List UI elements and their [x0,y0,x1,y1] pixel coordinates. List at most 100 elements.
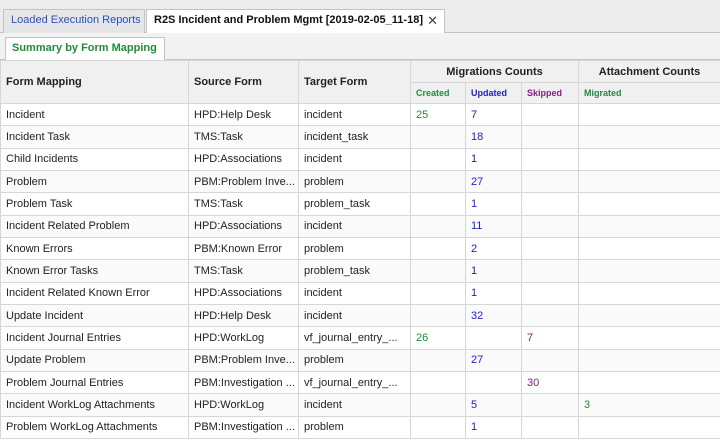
table-row[interactable]: Update Incident HPD:Help Desk incident 32 [0,304,720,328]
cell-created [410,371,466,395]
cell-created [410,348,466,373]
cell-target-form: incident_task [298,125,411,149]
cell-skipped [520,125,580,149]
cell-form-mapping: Update Problem [0,348,189,373]
cell-created [410,237,466,261]
cell-source-form: HPD:Associations [188,281,299,306]
cell-target-form: vf_journal_entry_... [298,371,411,395]
cell-target-form: problem [298,415,411,440]
cell-skipped [520,237,580,261]
column-header-updated[interactable]: Updated [465,82,522,104]
column-header-migrated[interactable]: Migrated [578,82,720,104]
cell-migrated [578,237,720,261]
cell-source-form: TMS:Task [188,125,299,149]
tab-r2s-incident-problem-mgmt[interactable]: R2S Incident and Problem Mgmt [2019-02-0… [146,9,445,34]
cell-skipped [520,415,580,440]
cell-target-form: problem [298,170,411,194]
cell-form-mapping: Incident Journal Entries [0,326,189,350]
cell-form-mapping: Known Errors [0,237,189,261]
table-row[interactable]: Child Incidents HPD:Associations incident 1 [0,147,720,172]
cell-updated: 27 [465,170,522,194]
column-header-target-form[interactable]: Target Form [298,60,411,104]
table-row[interactable]: Problem PBM:Problem Inve... problem 27 [0,170,720,194]
cell-migrated [578,125,720,149]
cell-updated: 27 [465,348,522,373]
table-row[interactable]: Incident Related Problem HPD:Associations… [0,214,720,239]
cell-updated: 32 [465,304,522,328]
cell-form-mapping: Incident [0,102,189,127]
table-row[interactable]: Known Errors PBM:Known Error problem 2 [0,237,720,261]
cell-updated: 1 [465,281,522,306]
cell-skipped [520,393,580,417]
cell-form-mapping: Update Incident [0,304,189,328]
cell-updated: 1 [465,147,522,172]
cell-source-form: HPD:Associations [188,214,299,239]
cell-migrated [578,415,720,440]
cell-created: 26 [410,326,466,350]
cell-updated [465,371,522,395]
cell-migrated [578,102,720,127]
table-row[interactable]: Problem Task TMS:Task problem_task 1 [0,192,720,216]
cell-source-form: PBM:Investigation ... [188,371,299,395]
cell-migrated [578,170,720,194]
cell-source-form: HPD:WorkLog [188,393,299,417]
table-row[interactable]: Update Problem PBM:Problem Inve... problem… [0,348,720,373]
cell-target-form: vf_journal_entry_... [298,326,411,350]
cell-source-form: PBM:Problem Inve... [188,170,299,194]
table-row[interactable]: Incident HPD:Help Desk incident 25 7 [0,102,720,127]
cell-updated: 1 [465,415,522,440]
summary-tab-bar: Summary by Form Mapping [0,33,720,60]
table-row[interactable]: Incident WorkLog Attachments HPD:WorkLog i… [0,393,720,417]
cell-updated: 5 [465,393,522,417]
tab-label: R2S Incident and Problem Mgmt [2019-02-0… [154,14,423,26]
cell-migrated [578,281,720,306]
table-row[interactable]: Problem WorkLog Attachments PBM:Investiga… [0,415,720,440]
cell-source-form: PBM:Investigation ... [188,415,299,440]
cell-migrated [578,259,720,283]
cell-source-form: HPD:Help Desk [188,102,299,127]
tab-summary-by-form-mapping[interactable]: Summary by Form Mapping [5,37,165,60]
cell-created [410,281,466,306]
report-tab-bar: Loaded Execution Reports R2S Incident an… [0,0,720,34]
cell-target-form: problem_task [298,259,411,283]
column-header-skipped[interactable]: Skipped [520,82,580,104]
cell-skipped [520,348,580,373]
cell-source-form: HPD:Help Desk [188,304,299,328]
cell-created [410,192,466,216]
cell-target-form: incident [298,147,411,172]
cell-target-form: incident [298,102,411,127]
close-icon[interactable]: ✕ [427,13,438,29]
column-header-created[interactable]: Created [410,82,466,104]
cell-created [410,259,466,283]
table-row[interactable]: Incident Task TMS:Task incident_task 18 [0,125,720,149]
cell-form-mapping: Known Error Tasks [0,259,189,283]
cell-created [410,170,466,194]
cell-updated: 1 [465,192,522,216]
table-row[interactable]: Problem Journal Entries PBM:Investigation… [0,371,720,395]
cell-updated: 11 [465,214,522,239]
table-row[interactable]: Known Error Tasks TMS:Task problem_task 1 [0,259,720,283]
cell-target-form: problem [298,348,411,373]
cell-source-form: TMS:Task [188,192,299,216]
cell-migrated [578,147,720,172]
cell-skipped [520,281,580,306]
cell-created [410,304,466,328]
cell-created [410,393,466,417]
cell-form-mapping: Incident WorkLog Attachments [0,393,189,417]
cell-skipped [520,214,580,239]
cell-created [410,415,466,440]
cell-source-form: PBM:Problem Inve... [188,348,299,373]
form-mapping-table: Form Mapping Source Form Target Form Mig… [0,60,720,440]
cell-migrated [578,371,720,395]
table-row[interactable]: Incident Journal Entries HPD:WorkLog vf_jo… [0,326,720,350]
cell-skipped [520,259,580,283]
column-header-form-mapping[interactable]: Form Mapping [0,60,189,104]
cell-form-mapping: Incident Task [0,125,189,149]
cell-form-mapping: Incident Related Problem [0,214,189,239]
tab-loaded-execution-reports[interactable]: Loaded Execution Reports [3,9,145,33]
cell-form-mapping: Problem WorkLog Attachments [0,415,189,440]
table-row[interactable]: Incident Related Known Error HPD:Associat… [0,281,720,306]
cell-target-form: incident [298,304,411,328]
cell-skipped [520,304,580,328]
column-header-source-form[interactable]: Source Form [188,60,299,104]
